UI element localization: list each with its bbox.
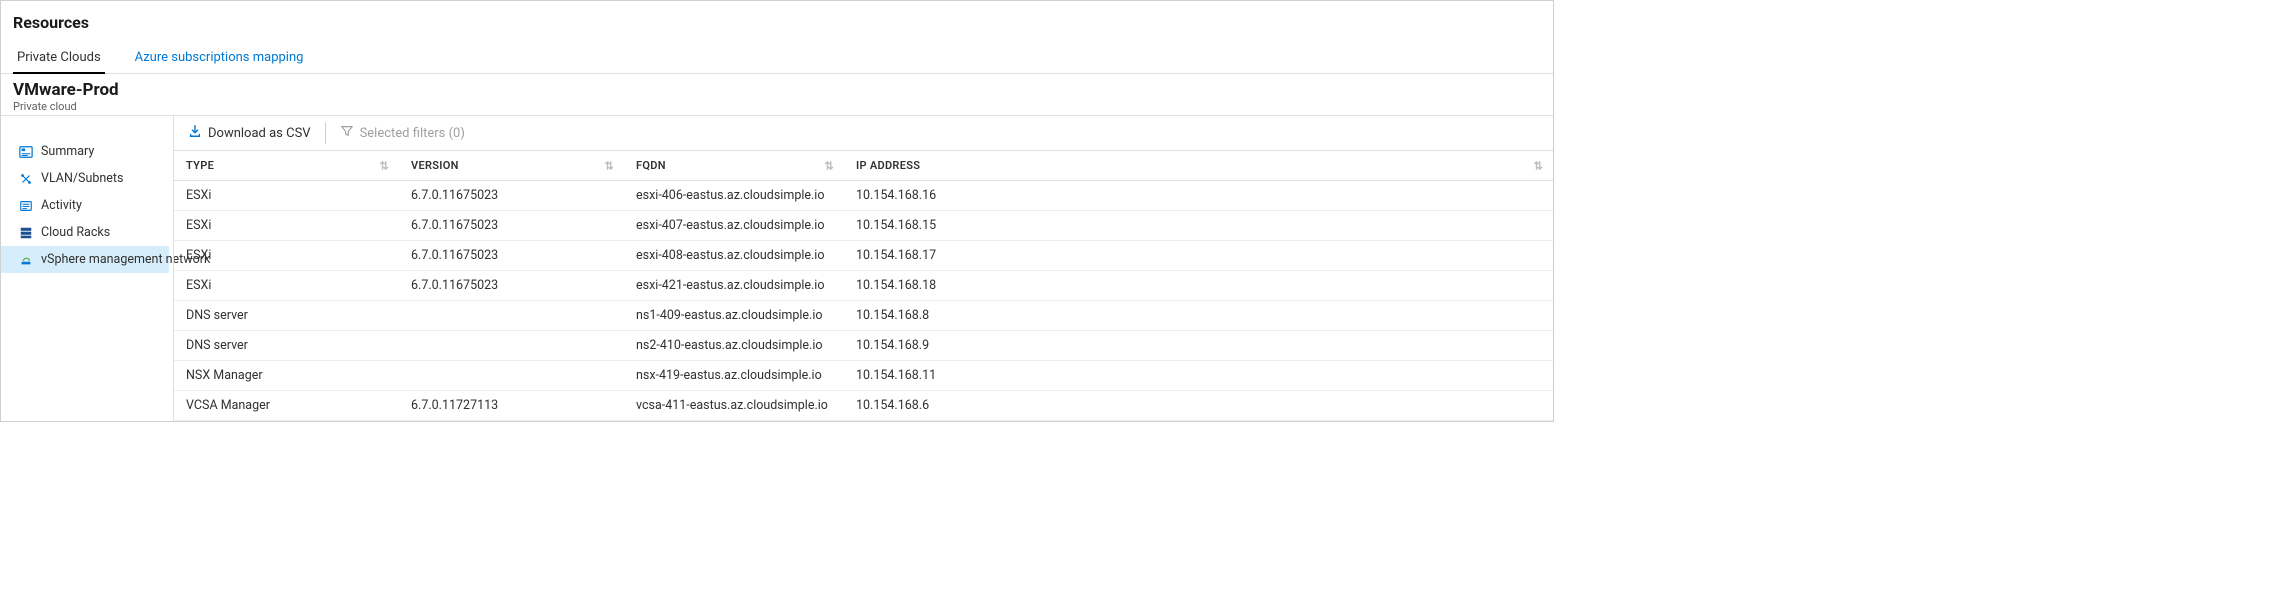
page-header: Resources (1, 1, 1553, 42)
cell-type: ESXi (174, 181, 399, 211)
col-fqdn[interactable]: FQDN ⇅ (624, 151, 844, 181)
sort-icon: ⇅ (1533, 159, 1543, 172)
cell-fqdn: esxi-406-eastus.az.cloudsimple.io (624, 181, 844, 211)
sort-icon: ⇅ (604, 159, 614, 172)
table-row[interactable]: DNS server ns1-409-eastus.az.cloudsimple… (174, 301, 1553, 331)
table-header-row: TYPE ⇅ VERSION ⇅ FQDN ⇅ IP ADDRESS ⇅ (174, 151, 1553, 181)
cell-ip: 10.154.168.15 (844, 211, 1553, 241)
racks-icon (19, 226, 33, 240)
sidebar-item-label: Cloud Racks (41, 225, 110, 240)
sort-icon: ⇅ (379, 159, 389, 172)
sidebar-item-activity[interactable]: Activity (1, 192, 173, 219)
col-version[interactable]: VERSION ⇅ (399, 151, 624, 181)
cloud-name: VMware-Prod (13, 80, 1541, 100)
cell-ip: 10.154.168.17 (844, 241, 1553, 271)
col-ip[interactable]: IP ADDRESS ⇅ (844, 151, 1553, 181)
cell-fqdn: esxi-421-eastus.az.cloudsimple.io (624, 271, 844, 301)
cell-fqdn: esxi-407-eastus.az.cloudsimple.io (624, 211, 844, 241)
tab-label: Private Clouds (17, 50, 101, 65)
vsphere-table: TYPE ⇅ VERSION ⇅ FQDN ⇅ IP ADDRESS ⇅ (174, 151, 1553, 421)
download-csv-button[interactable]: Download as CSV (184, 122, 315, 144)
cell-type: VCSA Manager (174, 391, 399, 421)
selected-filters-label: Selected filters (0) (360, 126, 465, 141)
sidebar-item-summary[interactable]: Summary (1, 138, 173, 165)
cell-type: ESXi (174, 241, 399, 271)
sort-icon: ⇅ (824, 159, 834, 172)
vsphere-icon (19, 253, 33, 267)
table-row[interactable]: NSX Manager nsx-419-eastus.az.cloudsimpl… (174, 361, 1553, 391)
sidebar-item-vsphere[interactable]: vSphere management network (1, 246, 169, 273)
col-label: VERSION (411, 159, 459, 172)
table-row[interactable]: ESXi 6.7.0.11675023 esxi-421-eastus.az.c… (174, 271, 1553, 301)
selected-filters-button[interactable]: Selected filters (0) (336, 122, 469, 144)
sidebar-item-label: Summary (41, 144, 94, 159)
network-icon (19, 172, 33, 186)
table-row[interactable]: VCSA Manager 6.7.0.11727113 vcsa-411-eas… (174, 391, 1553, 421)
sidebar-item-label: VLAN/Subnets (41, 171, 123, 186)
table-row[interactable]: ESXi 6.7.0.11675023 esxi-408-eastus.az.c… (174, 241, 1553, 271)
cell-version: 6.7.0.11675023 (399, 211, 624, 241)
tab-azure-subscriptions-mapping[interactable]: Azure subscriptions mapping (131, 42, 308, 73)
cell-ip: 10.154.168.18 (844, 271, 1553, 301)
cloud-title-block: VMware-Prod Private cloud (1, 74, 1553, 115)
cell-type: ESXi (174, 211, 399, 241)
cell-type: DNS server (174, 301, 399, 331)
cell-version: 6.7.0.11675023 (399, 181, 624, 211)
cell-version (399, 331, 624, 361)
tab-private-clouds[interactable]: Private Clouds (13, 42, 105, 73)
cell-fqdn: ns1-409-eastus.az.cloudsimple.io (624, 301, 844, 331)
cell-version: 6.7.0.11727113 (399, 391, 624, 421)
cell-fqdn: esxi-408-eastus.az.cloudsimple.io (624, 241, 844, 271)
col-label: TYPE (186, 159, 214, 172)
cell-version (399, 301, 624, 331)
sidebar-item-label: Activity (41, 198, 82, 213)
toolbar-separator (325, 122, 326, 144)
sidebar-item-cloud-racks[interactable]: Cloud Racks (1, 219, 173, 246)
toolbar: Download as CSV Selected filters (0) (174, 116, 1553, 151)
download-icon (188, 124, 202, 142)
table-body: ESXi 6.7.0.11675023 esxi-406-eastus.az.c… (174, 181, 1553, 421)
cell-ip: 10.154.168.16 (844, 181, 1553, 211)
col-label: FQDN (636, 159, 666, 172)
col-label: IP ADDRESS (856, 159, 920, 172)
cell-type: NSX Manager (174, 361, 399, 391)
page-title: Resources (13, 13, 1541, 32)
cell-fqdn: ns2-410-eastus.az.cloudsimple.io (624, 331, 844, 361)
content-area: Download as CSV Selected filters (0) (173, 116, 1553, 421)
download-csv-label: Download as CSV (208, 126, 311, 141)
tab-label: Azure subscriptions mapping (135, 50, 304, 65)
cell-type: ESXi (174, 271, 399, 301)
cell-version (399, 361, 624, 391)
cell-fqdn: nsx-419-eastus.az.cloudsimple.io (624, 361, 844, 391)
cell-version: 6.7.0.11675023 (399, 271, 624, 301)
cell-ip: 10.154.168.11 (844, 361, 1553, 391)
filter-icon (340, 124, 354, 142)
cell-type: DNS server (174, 331, 399, 361)
cell-ip: 10.154.168.6 (844, 391, 1553, 421)
cell-ip: 10.154.168.9 (844, 331, 1553, 361)
main-layout: Summary VLAN/Subnets Activity Cloud Rack… (1, 115, 1553, 421)
cloud-subtitle: Private cloud (13, 100, 1541, 113)
cell-ip: 10.154.168.8 (844, 301, 1553, 331)
cell-fqdn: vcsa-411-eastus.az.cloudsimple.io (624, 391, 844, 421)
tabs-row: Private Clouds Azure subscriptions mappi… (1, 42, 1553, 74)
col-type[interactable]: TYPE ⇅ (174, 151, 399, 181)
table-row[interactable]: DNS server ns2-410-eastus.az.cloudsimple… (174, 331, 1553, 361)
sidebar: Summary VLAN/Subnets Activity Cloud Rack… (1, 116, 173, 421)
summary-icon (19, 145, 33, 159)
cell-version: 6.7.0.11675023 (399, 241, 624, 271)
table-row[interactable]: ESXi 6.7.0.11675023 esxi-407-eastus.az.c… (174, 211, 1553, 241)
table-row[interactable]: ESXi 6.7.0.11675023 esxi-406-eastus.az.c… (174, 181, 1553, 211)
activity-icon (19, 199, 33, 213)
sidebar-item-vlan[interactable]: VLAN/Subnets (1, 165, 173, 192)
